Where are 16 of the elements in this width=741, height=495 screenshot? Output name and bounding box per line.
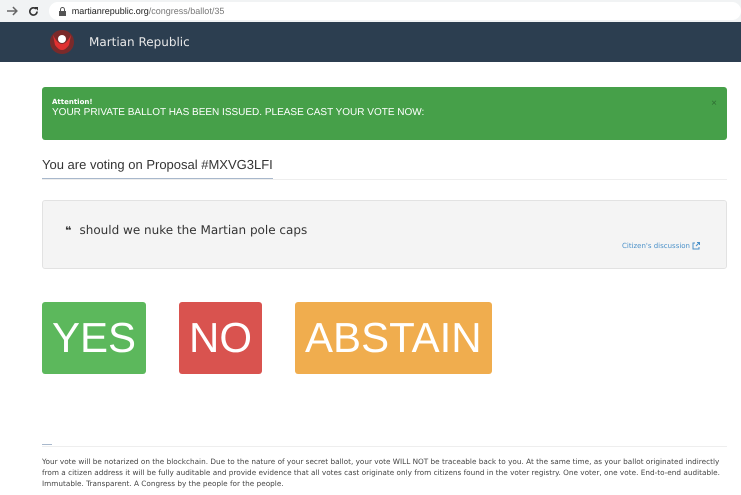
quote-icon: ❝: [65, 224, 72, 236]
abstain-vote-button[interactable]: ABSTAIN: [295, 302, 492, 374]
lock-icon: [58, 6, 66, 16]
external-link-icon: [692, 242, 700, 250]
logo-icon[interactable]: [49, 29, 75, 55]
address-bar[interactable]: martianrepublic.org/congress/ballot/35: [48, 2, 741, 20]
back-icon[interactable]: [6, 6, 18, 16]
alert-message: YOUR PRIVATE BALLOT HAS BEEN ISSUED. PLEASE CAST YOUR VOTE NOW:: [52, 107, 424, 118]
reload-icon[interactable]: [28, 6, 39, 16]
yes-vote-button[interactable]: YES: [42, 302, 146, 374]
proposal-text: should we nuke the Martian pole caps: [79, 223, 308, 237]
proposal-heading: You are voting on Proposal #MXVG3LFI: [42, 157, 273, 179]
no-vote-button[interactable]: NO: [179, 302, 262, 374]
close-button[interactable]: ×: [711, 98, 717, 110]
brand-name[interactable]: Martian Republic: [89, 35, 190, 49]
url-text: martianrepublic.org/congress/ballot/35: [72, 6, 224, 16]
